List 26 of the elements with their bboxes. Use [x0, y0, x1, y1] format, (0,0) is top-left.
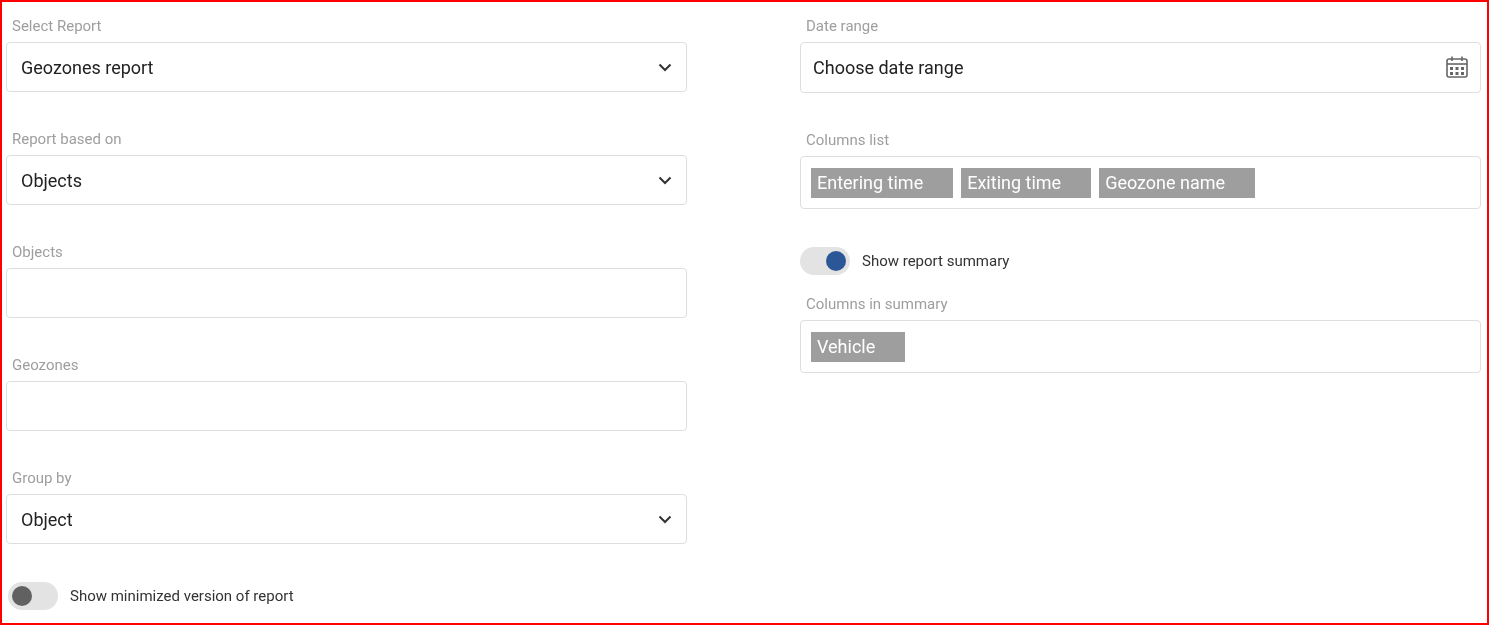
tag-chip: Vehicle — [811, 331, 906, 362]
tag-chip: Geozone name — [1099, 167, 1256, 198]
field-label: Date range — [805, 16, 880, 36]
toggle-switch[interactable] — [8, 582, 58, 610]
chevron-down-icon — [658, 62, 672, 72]
tag-chip: Exiting time — [961, 167, 1092, 198]
input-field[interactable] — [6, 381, 687, 431]
field-label: Columns list — [805, 130, 891, 150]
input-field[interactable] — [6, 268, 687, 318]
field-label: Columns in summary — [805, 294, 949, 314]
date-range-field[interactable]: Choose date range — [800, 42, 1481, 93]
dropdown[interactable]: Geozones report — [6, 42, 687, 92]
field-label: Objects — [11, 242, 64, 262]
tag-chip: Entering time — [811, 167, 954, 198]
chevron-down-icon — [658, 514, 672, 524]
field-label: Group by — [11, 468, 73, 488]
dropdown[interactable]: Object — [6, 494, 687, 544]
field-label: Report based on — [11, 129, 123, 149]
field-label: Geozones — [11, 355, 80, 375]
calendar-icon — [1445, 55, 1469, 79]
field-label: Select Report — [11, 16, 103, 36]
toggle-switch[interactable] — [800, 247, 850, 275]
dropdown[interactable]: Objects — [6, 155, 687, 205]
chevron-down-icon — [658, 175, 672, 185]
toggle-label: Show minimized version of report — [70, 585, 294, 607]
toggle-label: Show report summary — [862, 250, 1010, 272]
